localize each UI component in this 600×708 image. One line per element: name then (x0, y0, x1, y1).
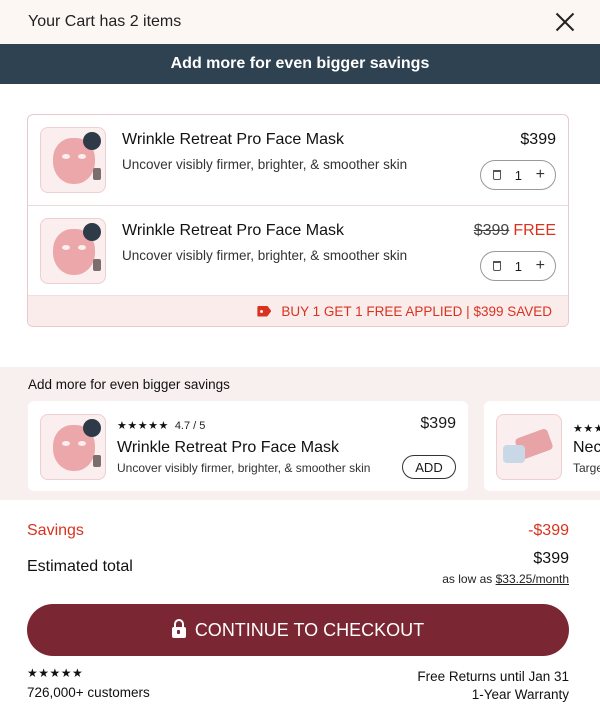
upsell-product-name: Wrinkle Retreat Pro Face Mask (117, 439, 339, 456)
upsell-product-name: Nec (573, 439, 600, 456)
upsell-price: $399 (420, 415, 456, 432)
rating-value: 4.7 / 5 (174, 420, 206, 432)
plus-icon[interactable]: + (536, 258, 545, 274)
rating: ★★★★★ 4.7 / 5 (117, 419, 205, 432)
product-image (40, 127, 106, 193)
product-image (40, 218, 106, 284)
item-price: $399 FREE (474, 222, 556, 240)
add-button[interactable]: ADD (402, 455, 456, 479)
estimated-total-value: $399 (533, 550, 569, 567)
strap-icon (93, 168, 101, 180)
close-icon[interactable] (554, 11, 576, 33)
upsell-product-description: Uncover visibly firmer, brighter, & smoo… (117, 461, 371, 475)
cart-title: Your Cart has 2 items (28, 13, 182, 30)
tag-icon (257, 305, 272, 317)
quantity-stepper[interactable]: 1 + (480, 251, 556, 281)
quantity-value: 1 (514, 258, 522, 274)
original-price: $399 (473, 222, 510, 239)
badge-icon (83, 132, 101, 150)
product-image (496, 414, 562, 480)
item-name: Wrinkle Retreat Pro Face Mask (122, 222, 344, 239)
cart-items-list: Wrinkle Retreat Pro Face Mask Uncover vi… (27, 114, 569, 327)
free-price: FREE (513, 222, 556, 239)
strap-icon (93, 455, 101, 467)
as-low-as-text: as low as (442, 572, 493, 586)
promo-applied-bar: BUY 1 GET 1 FREE APPLIED | $399 SAVED (28, 295, 568, 326)
star-rating-icon: ★★★ (573, 423, 600, 435)
product-image (40, 414, 106, 480)
badge-icon (83, 223, 101, 241)
estimated-total-label: Estimated total (27, 558, 133, 575)
trash-icon[interactable] (493, 170, 501, 180)
savings-row: Savings -$399 (27, 522, 569, 540)
savings-label: Savings (27, 522, 84, 539)
star-rating-icon: ★★★★★ (27, 666, 84, 680)
monthly-payment-link[interactable]: $33.25/month (496, 572, 569, 586)
quantity-value: 1 (514, 167, 522, 183)
promo-text: BUY 1 GET 1 FREE APPLIED | $399 SAVED (281, 303, 552, 319)
warranty-text: 1-Year Warranty (471, 687, 569, 702)
quantity-stepper[interactable]: 1 + (480, 160, 556, 190)
lock-icon (171, 619, 186, 638)
rating: ★★★ (573, 419, 600, 437)
item-name: Wrinkle Retreat Pro Face Mask (122, 131, 344, 148)
cart-header: Your Cart has 2 items (0, 0, 600, 44)
item-price: $399 (520, 131, 556, 148)
free-returns-text: Free Returns until Jan 31 (417, 669, 569, 684)
checkout-button[interactable]: CONTINUE TO CHECKOUT (27, 604, 569, 656)
item-description: Uncover visibly firmer, brighter, & smoo… (122, 157, 408, 172)
cart-item: Wrinkle Retreat Pro Face Mask Uncover vi… (28, 205, 568, 295)
upsell-section: Add more for even bigger savings ★★★★★ 4.… (0, 367, 600, 500)
star-rating-icon: ★★★★★ (117, 420, 169, 432)
savings-banner: Add more for even bigger savings (0, 44, 600, 84)
customer-count: 726,000+ customers (27, 685, 150, 700)
savings-value: -$399 (528, 522, 569, 539)
strap-icon (93, 259, 101, 271)
cart-item: Wrinkle Retreat Pro Face Mask Uncover vi… (28, 115, 568, 205)
upsell-card[interactable]: ★★★★★ 4.7 / 5 Wrinkle Retreat Pro Face Ma… (28, 401, 468, 491)
upsell-card[interactable]: ★★★ Nec Targe (484, 401, 600, 491)
checkout-label: CONTINUE TO CHECKOUT (194, 619, 425, 640)
financing-info: as low as $33.25/month (442, 572, 569, 586)
badge-icon (83, 419, 101, 437)
device-icon (503, 445, 525, 463)
plus-icon[interactable]: + (536, 167, 545, 183)
upsell-heading: Add more for even bigger savings (28, 377, 230, 392)
upsell-product-description: Targe (573, 461, 600, 475)
item-description: Uncover visibly firmer, brighter, & smoo… (122, 248, 408, 263)
trash-icon[interactable] (493, 261, 501, 271)
